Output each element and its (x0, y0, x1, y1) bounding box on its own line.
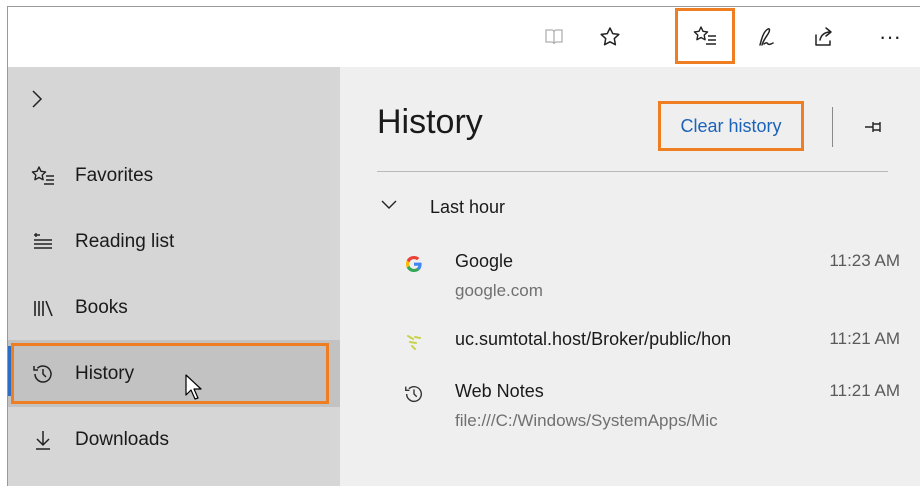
history-icon (30, 361, 56, 387)
history-entry-time: 11:21 AM (829, 381, 900, 400)
sidebar-item-reading-list[interactable]: Reading list (8, 211, 340, 273)
highlight-box (11, 343, 329, 404)
divider (832, 107, 833, 147)
web-note-button[interactable] (750, 21, 782, 53)
sidebar-item-label: Downloads (75, 429, 169, 450)
history-entry[interactable]: Google google.com 11:23 AM (395, 251, 900, 307)
sidebar-item-favorites[interactable]: Favorites (8, 145, 340, 207)
history-entry-title: Google (455, 251, 514, 271)
pen-icon (754, 25, 778, 49)
toolbar: ··· (8, 7, 920, 68)
sidebar-item-history[interactable]: History (8, 340, 340, 407)
page-title: History (377, 103, 483, 141)
reading-list-icon (30, 229, 56, 255)
history-entry-title: uc.sumtotal.host/Broker/public/hon (455, 329, 732, 349)
download-icon (30, 427, 56, 453)
share-icon (813, 26, 835, 48)
history-entry[interactable]: Web Notes file:///C:/Windows/SystemApps/… (395, 381, 900, 437)
history-entry-time: 11:21 AM (829, 329, 900, 348)
add-favorite-button[interactable] (594, 21, 626, 53)
history-group-label[interactable]: Last hour (430, 197, 505, 218)
reading-view-button[interactable] (538, 21, 570, 53)
history-entry-time: 11:23 AM (829, 251, 900, 270)
history-pane: History Clear history Last hour Google g… (340, 67, 920, 486)
sidebar-item-downloads[interactable]: Downloads (8, 409, 340, 471)
pin-icon[interactable] (862, 115, 886, 139)
sidebar-item-label: History (75, 362, 135, 384)
star-list-icon (30, 163, 56, 189)
clear-history-button[interactable]: Clear history (658, 101, 804, 151)
browser-window: ··· Favorites Reading list Books History… (7, 6, 920, 486)
sidebar-item-label: Favorites (75, 165, 154, 186)
hub-button[interactable] (675, 8, 735, 64)
sidebar-item-label: Books (75, 297, 128, 318)
star-icon (599, 26, 621, 48)
history-entry-title: Web Notes (455, 381, 544, 401)
history-entry[interactable]: uc.sumtotal.host/Broker/public/hon 11:21… (395, 329, 900, 359)
sidebar-item-label: Reading list (75, 231, 175, 252)
hub-sidebar: Favorites Reading list Books History Dow… (8, 67, 340, 486)
sidebar-item-books[interactable]: Books (8, 277, 340, 339)
star-list-icon (692, 25, 718, 47)
share-button[interactable] (808, 21, 840, 53)
google-icon (403, 253, 425, 275)
history-icon (403, 383, 425, 405)
book-icon (544, 28, 564, 46)
chevron-down-icon[interactable] (380, 197, 400, 217)
history-entry-url: file:///C:/Windows/SystemApps/Mic (455, 411, 718, 430)
chevron-right-icon[interactable] (30, 89, 56, 115)
more-button[interactable]: ··· (874, 21, 906, 53)
divider (377, 171, 888, 172)
books-icon (30, 295, 56, 321)
history-entry-url: google.com (455, 281, 543, 300)
mouse-cursor-icon (184, 373, 204, 406)
sumtotal-icon (403, 331, 425, 353)
more-icon: ··· (879, 24, 901, 49)
